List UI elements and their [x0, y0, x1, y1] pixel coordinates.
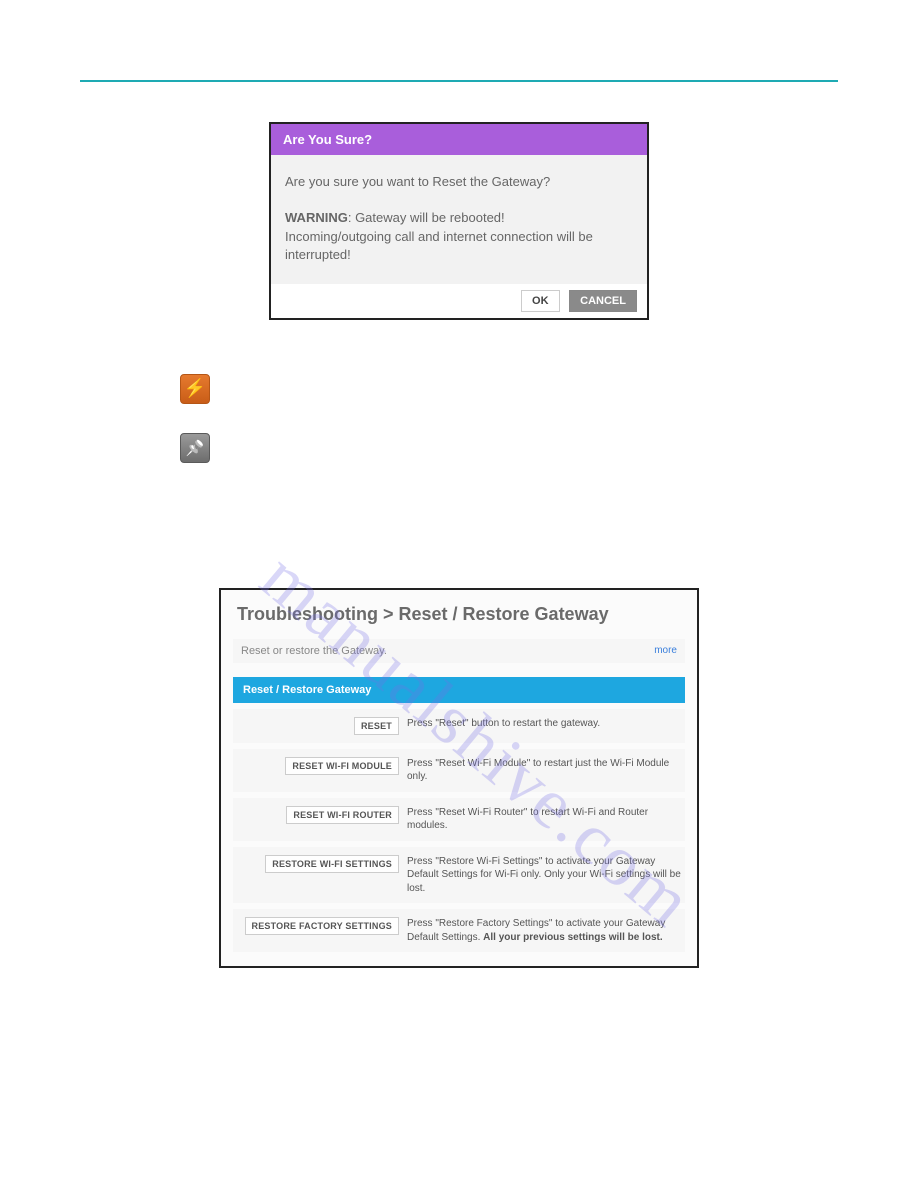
panel-title: Troubleshooting > Reset / Restore Gatewa… — [237, 604, 685, 625]
pin-icon — [180, 433, 210, 463]
table-row: RESTORE FACTORY SETTINGS Press "Restore … — [233, 909, 685, 952]
reset-wifi-router-button[interactable]: RESET WI-FI ROUTER — [286, 806, 399, 824]
reset-button[interactable]: RESET — [354, 717, 399, 735]
restore-wifi-settings-button[interactable]: RESTORE WI-FI SETTINGS — [265, 855, 399, 873]
confirm-dialog: Are You Sure? Are you sure you want to R… — [269, 122, 649, 320]
row-desc: Press "Restore Factory Settings" to acti… — [407, 917, 681, 944]
dialog-warning: WARNING: Gateway will be rebooted! Incom… — [285, 209, 633, 264]
restore-factory-settings-button[interactable]: RESTORE FACTORY SETTINGS — [245, 917, 400, 935]
dialog-title: Are You Sure? — [271, 124, 647, 155]
row-desc-bold: All your previous settings will be lost. — [483, 932, 662, 943]
lightning-icon — [180, 374, 210, 404]
table-row: RESTORE WI-FI SETTINGS Press "Restore Wi… — [233, 847, 685, 904]
section-header: Reset / Restore Gateway — [233, 677, 685, 703]
warning-label: WARNING — [285, 210, 348, 225]
row-desc: Press "Restore Wi-Fi Settings" to activa… — [407, 855, 681, 896]
dialog-footer: OK CANCEL — [271, 284, 647, 318]
panel-subtitle: Reset or restore the Gateway. — [241, 645, 387, 657]
reset-wifi-module-button[interactable]: RESET WI-FI MODULE — [285, 757, 399, 775]
table-row: RESET WI-FI ROUTER Press "Reset Wi-Fi Ro… — [233, 798, 685, 841]
top-divider — [80, 80, 838, 82]
more-link[interactable]: more — [654, 645, 677, 656]
table-row: RESET Press "Reset" button to restart th… — [233, 709, 685, 743]
ok-button[interactable]: OK — [521, 290, 560, 312]
warning-line1: : Gateway will be rebooted! — [348, 210, 505, 225]
row-desc: Press "Reset" button to restart the gate… — [407, 717, 681, 731]
dialog-question: Are you sure you want to Reset the Gatew… — [285, 173, 633, 191]
dialog-body: Are you sure you want to Reset the Gatew… — [271, 155, 647, 284]
cancel-button[interactable]: CANCEL — [569, 290, 637, 312]
table-row: RESET WI-FI MODULE Press "Reset Wi-Fi Mo… — [233, 749, 685, 792]
panel-subtitle-row: Reset or restore the Gateway. more — [233, 639, 685, 663]
warning-line2: Incoming/outgoing call and internet conn… — [285, 229, 593, 262]
troubleshooting-panel: Troubleshooting > Reset / Restore Gatewa… — [219, 588, 699, 969]
row-desc: Press "Reset Wi-Fi Module" to restart ju… — [407, 757, 681, 784]
row-desc: Press "Reset Wi-Fi Router" to restart Wi… — [407, 806, 681, 833]
